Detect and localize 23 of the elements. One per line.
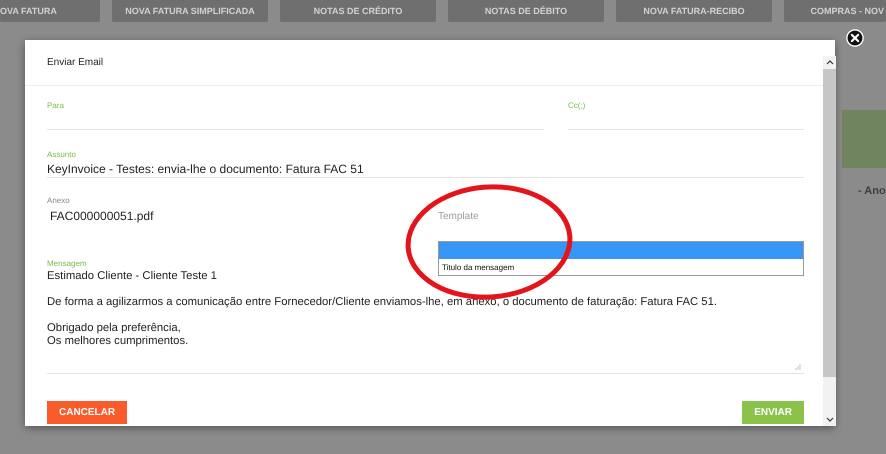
- message-line: De forma a agilizarmos a comunicação entre Fornecedor/Cliente enviamos-lhe, em anexo, o documento de faturação: Fatura FAC 51.: [47, 296, 717, 309]
- scroll-down-icon[interactable]: [826, 417, 834, 422]
- field-label: Anexo: [47, 196, 71, 205]
- field-label: Template: [438, 211, 479, 222]
- resize-grip-icon[interactable]: [795, 364, 801, 370]
- dropdown-option[interactable]: Titulo da mensagem: [439, 259, 803, 275]
- field-label: Cc(;): [568, 101, 586, 110]
- scrollbar[interactable]: [823, 56, 836, 426]
- scroll-up-icon[interactable]: [826, 60, 834, 65]
- field-value: KeyInvoice - Testes: envia-lhe o documento: Fatura FAC 51: [47, 162, 365, 176]
- message-line: Os melhores cumprimentos.: [47, 335, 188, 348]
- message-line: Estimado Cliente - Cliente Teste 1: [47, 270, 217, 283]
- close-icon[interactable]: [846, 29, 864, 47]
- subject-field[interactable]: Assunto KeyInvoice - Testes: envia-lhe o documento: Fatura FAC 51: [47, 150, 804, 178]
- message-line: Obrigado pela preferência,: [47, 322, 181, 335]
- background-panel: [842, 110, 886, 168]
- field-label: Mensagem: [47, 259, 87, 268]
- template-dropdown-list[interactable]: Titulo da mensagem: [438, 241, 804, 276]
- field-label: Para: [47, 101, 65, 110]
- dialog-title: Enviar Email: [47, 57, 104, 68]
- attachment-filename[interactable]: FAC000000051.pdf: [50, 209, 438, 223]
- field-label: Assunto: [47, 150, 77, 159]
- background-label: - Ano: [858, 185, 886, 197]
